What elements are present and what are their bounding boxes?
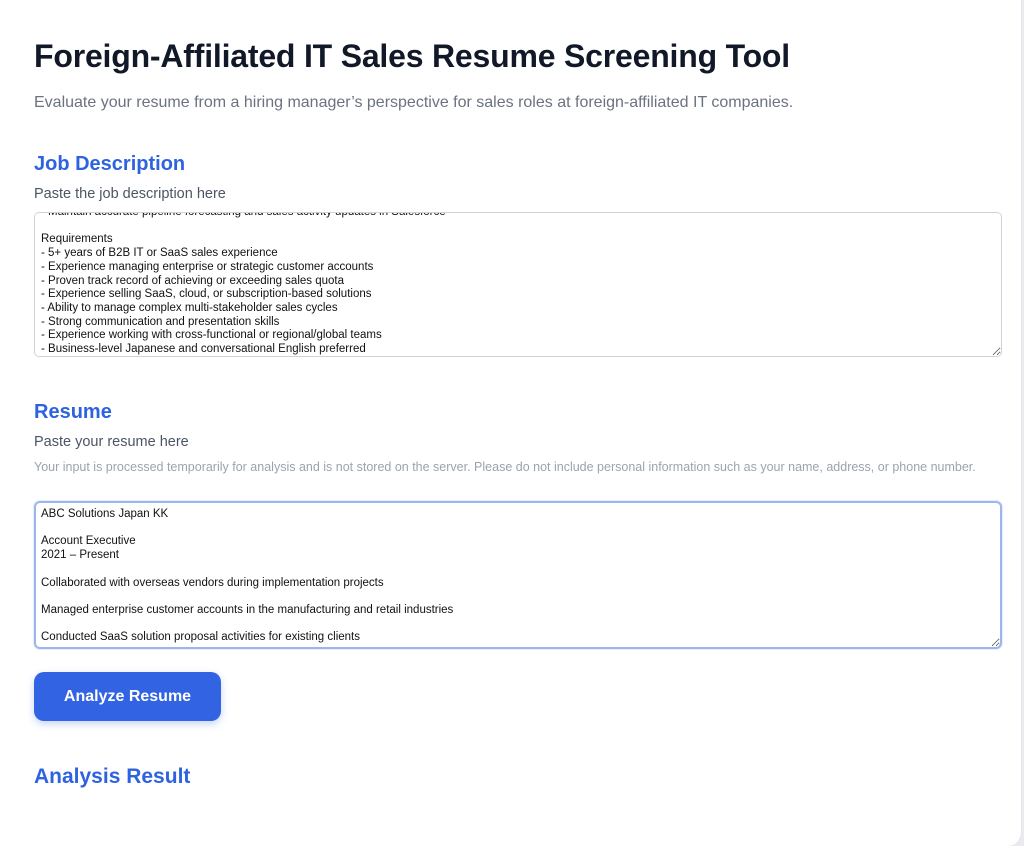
main-card: Foreign-Affiliated IT Sales Resume Scree… [0,0,1022,846]
resume-textarea[interactable] [34,501,1002,649]
privacy-note: Your input is processed temporarily for … [34,460,976,474]
job-description-textarea[interactable] [34,212,1002,357]
page-subtitle: Evaluate your resume from a hiring manag… [34,94,794,111]
resume-heading: Resume [34,401,112,423]
job-description-label: Paste the job description here [34,186,226,202]
job-description-heading: Job Description [34,153,186,175]
analyze-resume-button[interactable]: Analyze Resume [34,672,221,721]
page-title: Foreign-Affiliated IT Sales Resume Scree… [34,38,790,74]
resume-label: Paste your resume here [34,434,189,450]
analysis-result-heading: Analysis Result [34,765,191,788]
